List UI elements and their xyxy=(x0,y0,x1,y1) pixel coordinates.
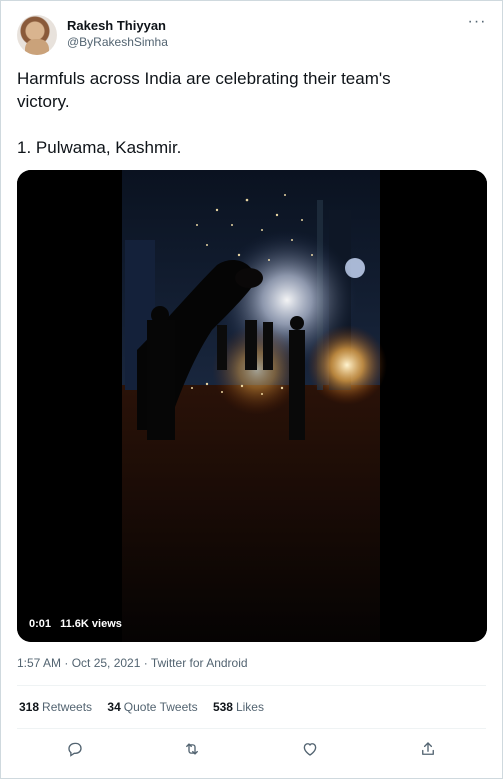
video-time: 0:01 xyxy=(29,618,52,630)
retweets-count: 318 xyxy=(19,700,40,714)
quotes-label: Quote Tweets xyxy=(123,700,198,714)
likes-label: Likes xyxy=(235,700,264,714)
video-meta: 0:01 11.6K views xyxy=(29,618,128,630)
share-icon[interactable] xyxy=(416,737,440,761)
video-player[interactable]: 0:01 11.6K views xyxy=(17,170,487,642)
engagement-stats: 318 Retweets 34 Quote Tweets 538 Likes xyxy=(19,700,276,714)
author-name[interactable]: Rakesh Thiyyan xyxy=(67,18,166,33)
retweets-label: Retweets xyxy=(42,700,93,714)
likes-count: 538 xyxy=(212,700,233,714)
quotes-stat[interactable]: 34 Quote Tweets xyxy=(107,700,197,714)
tweet-header: Rakesh Thiyyan @ByRakeshSimha ··· xyxy=(17,14,490,55)
more-options-icon[interactable]: ··· xyxy=(466,14,488,33)
author-handle[interactable]: @ByRakeshSimha xyxy=(67,35,168,49)
retweet-icon[interactable] xyxy=(180,737,204,761)
reply-icon[interactable] xyxy=(63,737,87,761)
like-icon[interactable] xyxy=(298,737,322,761)
avatar[interactable] xyxy=(17,15,57,55)
action-bar xyxy=(17,735,486,763)
divider xyxy=(17,685,486,686)
video-frame xyxy=(17,170,487,642)
tweet-timestamp[interactable]: 1:57 AM · Oct 25, 2021 · Twitter for And… xyxy=(17,656,248,670)
video-views: 11.6K views xyxy=(60,618,122,630)
divider xyxy=(17,728,486,729)
tweet-text: Harmfuls across India are celebrating th… xyxy=(17,69,391,157)
tweet-card: Rakesh Thiyyan @ByRakeshSimha ··· Harmfu… xyxy=(0,0,503,779)
likes-stat[interactable]: 538 Likes xyxy=(213,700,264,714)
retweets-stat[interactable]: 318 Retweets xyxy=(19,700,92,714)
quotes-count: 34 xyxy=(107,700,121,714)
